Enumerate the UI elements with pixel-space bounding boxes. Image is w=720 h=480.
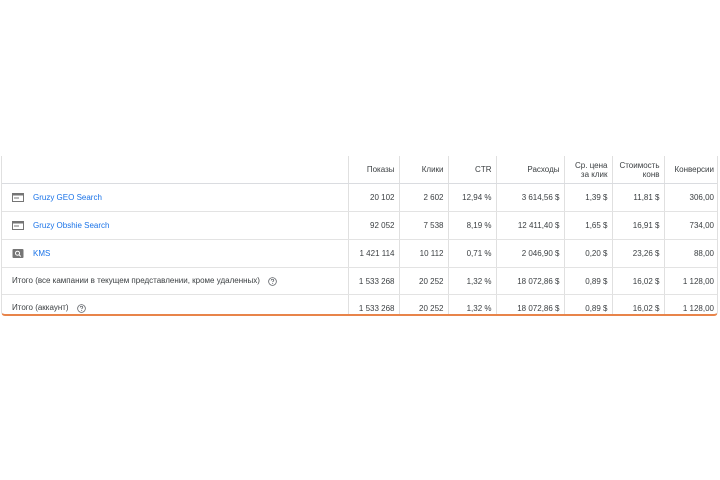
header-avg-cpc-label: Ср. цена за клик <box>575 160 608 179</box>
header-cost[interactable]: Расходы <box>495 156 564 184</box>
total-label: Итого (аккаунт) <box>12 303 69 313</box>
cell-clicks: 2 602 <box>398 183 448 212</box>
total-label-cell: Итого (аккаунт) <box>2 295 348 315</box>
header-campaign <box>2 156 348 184</box>
cell-impressions: 1 533 268 <box>347 294 399 314</box>
page: Показы Клики CTR Расходы Ср. цена за кли… <box>0 0 720 480</box>
total-label-cell: Итого (все кампании в текущем представле… <box>2 267 348 295</box>
cell-cost: 18 072,86 $ <box>495 294 564 314</box>
cell-avg-cpc: 1,39 $ <box>563 183 612 212</box>
header-ctr[interactable]: CTR <box>447 156 496 184</box>
cell-conversions: 306,00 <box>663 183 717 212</box>
cell-cost-per-conv: 16,02 $ <box>611 267 664 295</box>
cell-clicks: 20 252 <box>398 294 448 314</box>
cell-cost: 3 614,56 $ <box>495 183 564 212</box>
cell-conversions: 734,00 <box>663 211 717 240</box>
cell-cost-per-conv: 16,02 $ <box>611 294 664 314</box>
cell-ctr: 12,94 % <box>447 183 496 212</box>
cell-cost: 12 411,40 $ <box>495 211 564 240</box>
campaign-link[interactable]: Gruzy GEO Search <box>33 193 102 202</box>
table-row: Gruzy GEO Search 20 102 2 602 12,94 % 3 … <box>2 183 717 212</box>
table-header-row: Показы Клики CTR Расходы Ср. цена за кли… <box>2 156 717 184</box>
cell-conversions: 1 128,00 <box>663 267 717 295</box>
cell-conversions: 1 128,00 <box>663 294 717 314</box>
cell-clicks: 7 538 <box>398 211 448 240</box>
total-row-filtered: Итого (все кампании в текущем представле… <box>2 267 717 295</box>
campaign-cell: Gruzy GEO Search <box>2 183 348 212</box>
header-clicks[interactable]: Клики <box>398 156 448 184</box>
cell-avg-cpc: 1,65 $ <box>563 211 612 240</box>
campaign-cell: Gruzy Obshie Search <box>2 211 348 240</box>
search-campaign-icon <box>12 221 24 230</box>
cell-clicks: 10 112 <box>398 239 448 268</box>
cell-avg-cpc: 0,89 $ <box>563 267 612 295</box>
search-campaign-icon <box>12 193 24 202</box>
table-row: KMS 1 421 114 10 112 0,71 % 2 046,90 $ 0… <box>2 239 717 268</box>
campaign-link[interactable]: Gruzy Obshie Search <box>33 221 109 230</box>
total-row-account: Итого (аккаунт) 1 533 268 20 252 1,32 % … <box>2 294 717 315</box>
cell-conversions: 88,00 <box>663 239 717 268</box>
cell-cost-per-conv: 11,81 $ <box>611 183 664 212</box>
header-impressions[interactable]: Показы <box>347 156 399 184</box>
campaign-report-table-container: Показы Клики CTR Расходы Ср. цена за кли… <box>1 156 718 316</box>
header-cost-per-conv[interactable]: Стоимость конв <box>611 156 664 184</box>
campaign-cell: KMS <box>2 239 348 268</box>
cell-avg-cpc: 0,20 $ <box>563 239 612 268</box>
cell-cost: 2 046,90 $ <box>495 239 564 268</box>
campaign-link[interactable]: KMS <box>33 249 50 258</box>
cell-impressions: 92 052 <box>347 211 399 240</box>
total-label: Итого (все кампании в текущем представле… <box>12 276 260 286</box>
help-icon[interactable] <box>77 303 86 313</box>
table-row: Gruzy Obshie Search 92 052 7 538 8,19 % … <box>2 211 717 240</box>
cell-ctr: 0,71 % <box>447 239 496 268</box>
campaign-report-table: Показы Клики CTR Расходы Ср. цена за кли… <box>2 156 717 315</box>
cell-ctr: 1,32 % <box>447 294 496 314</box>
cell-impressions: 1 421 114 <box>347 239 399 268</box>
cell-cost-per-conv: 23,26 $ <box>611 239 664 268</box>
header-cost-per-conv-label: Стоимость конв <box>619 160 660 179</box>
cell-cost-per-conv: 16,91 $ <box>611 211 664 240</box>
cell-impressions: 20 102 <box>347 183 399 212</box>
cell-impressions: 1 533 268 <box>347 267 399 295</box>
cell-ctr: 8,19 % <box>447 211 496 240</box>
header-conversions[interactable]: Конверсии <box>663 156 717 184</box>
cell-ctr: 1,32 % <box>447 267 496 295</box>
display-campaign-icon <box>12 249 24 258</box>
help-icon[interactable] <box>268 276 277 286</box>
cell-clicks: 20 252 <box>398 267 448 295</box>
cell-avg-cpc: 0,89 $ <box>563 294 612 314</box>
cell-cost: 18 072,86 $ <box>495 267 564 295</box>
header-avg-cpc[interactable]: Ср. цена за клик <box>563 156 612 184</box>
